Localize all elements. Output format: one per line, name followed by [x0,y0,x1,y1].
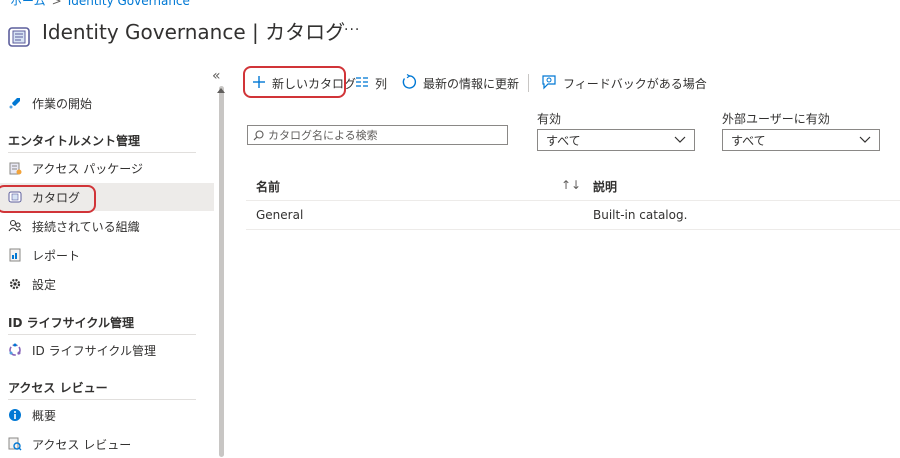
gear-icon [8,277,22,291]
lifecycle-icon [8,343,22,357]
sidebar-item-label: 設定 [32,277,57,292]
external-users-filter-value: すべて [731,133,766,148]
column-header-description[interactable]: 説明 [593,178,617,195]
chevron-down-icon [859,133,871,147]
feedback-button[interactable]: フィードバックがある場合 [541,72,707,94]
breadcrumb-current-link[interactable]: Identity Governance [68,0,190,8]
people-icon [8,219,22,233]
catalog-title-icon [6,24,32,50]
sidebar-item-label: アクセス レビュー [32,437,132,452]
section-heading-lifecycle: ID ライフサイクル管理 [8,316,135,330]
breadcrumb-home-link[interactable]: ホーム [10,0,46,8]
columns-icon [355,76,369,91]
sidebar-item-access-packages[interactable]: アクセス パッケージ [0,154,214,182]
section-heading-entitlement: エンタイトルメント管理 [8,134,141,148]
enabled-filter-dropdown[interactable]: すべて [537,129,695,151]
breadcrumb-separator: > [51,0,62,8]
refresh-button[interactable]: 最新の情報に更新 [401,72,519,94]
sidebar-item-label: レポート [32,248,81,263]
refresh-label: 最新の情報に更新 [423,76,520,91]
info-icon [8,408,22,422]
search-icon [253,129,264,141]
catalog-search-box[interactable] [247,125,508,145]
toolbar-separator [528,74,529,92]
section-divider [8,334,196,335]
sidebar-item-getting-started[interactable]: 作業の開始 [0,89,214,117]
sidebar-item-settings[interactable]: 設定 [0,270,214,298]
enabled-filter-label: 有効 [537,112,562,126]
external-users-filter-label: 外部ユーザーに有効 [722,112,830,126]
feedback-label: フィードバックがある場合 [563,76,707,91]
sidebar-item-label: アクセス パッケージ [32,161,143,176]
scroll-up-arrow-icon[interactable] [217,88,225,93]
table-cell-name[interactable]: General [256,208,303,222]
sort-arrows-icon[interactable]: ↑↓ [561,178,581,192]
sidebar-item-label: 接続されている組織 [32,219,140,234]
section-divider [8,152,196,153]
sidebar-item-label: 概要 [32,408,57,423]
sidebar-item-label: 作業の開始 [32,96,93,111]
page-title: Identity Governance | カタログ [42,20,346,44]
collapse-sidebar-button[interactable]: « [212,68,221,84]
column-header-name[interactable]: 名前 [256,178,280,195]
report-icon [8,248,22,262]
sidebar-item-connected-organizations[interactable]: 接続されている組織 [0,212,214,240]
columns-label: 列 [375,76,388,91]
external-users-filter-dropdown[interactable]: すべて [722,129,880,151]
rocket-icon [8,96,22,110]
enabled-filter-value: すべて [546,133,581,148]
table-row-divider [246,229,900,230]
table-header-divider [246,200,900,201]
feedback-icon [541,74,557,93]
sidebar-item-label: ID ライフサイクル管理 [32,343,156,358]
chevron-down-icon [674,133,686,147]
sidebar-scrollbar[interactable] [219,86,224,457]
more-options-button[interactable]: ... [344,18,360,34]
sidebar-item-reports[interactable]: レポート [0,241,214,269]
section-heading-access-reviews: アクセス レビュー [8,381,108,395]
sidebar-item-access-reviews[interactable]: アクセス レビュー [0,430,214,458]
highlight-ring [243,66,346,98]
highlight-ring [0,185,96,213]
catalog-search-input[interactable] [264,128,498,142]
sidebar-item-lifecycle[interactable]: ID ライフサイクル管理 [0,336,214,364]
section-divider [8,399,196,400]
package-icon [8,161,22,175]
review-icon [8,437,22,451]
table-cell-description: Built-in catalog. [593,208,688,222]
breadcrumb: ホーム > Identity Governance [10,0,190,9]
sidebar-item-overview[interactable]: 概要 [0,401,214,429]
refresh-icon [401,73,417,93]
columns-button[interactable]: 列 [355,72,387,94]
